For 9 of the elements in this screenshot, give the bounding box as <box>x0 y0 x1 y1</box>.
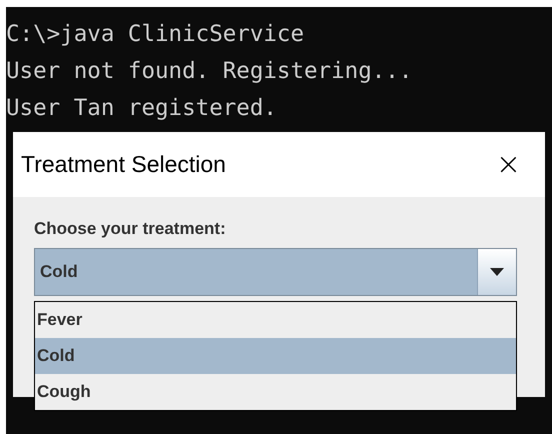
dropdown-arrow-button[interactable] <box>478 249 516 295</box>
console-line: User Tan registered. <box>6 94 278 123</box>
caret-icon <box>490 268 504 276</box>
dialog-title: Treatment Selection <box>21 151 226 178</box>
console-line: C:\>java ClinicService <box>6 20 306 49</box>
field-label: Choose your treatment: <box>34 219 227 239</box>
dropdown-option[interactable]: Cold <box>35 338 516 374</box>
close-button[interactable]: × <box>492 150 525 180</box>
console-line: User not found. Registering... <box>6 57 414 86</box>
